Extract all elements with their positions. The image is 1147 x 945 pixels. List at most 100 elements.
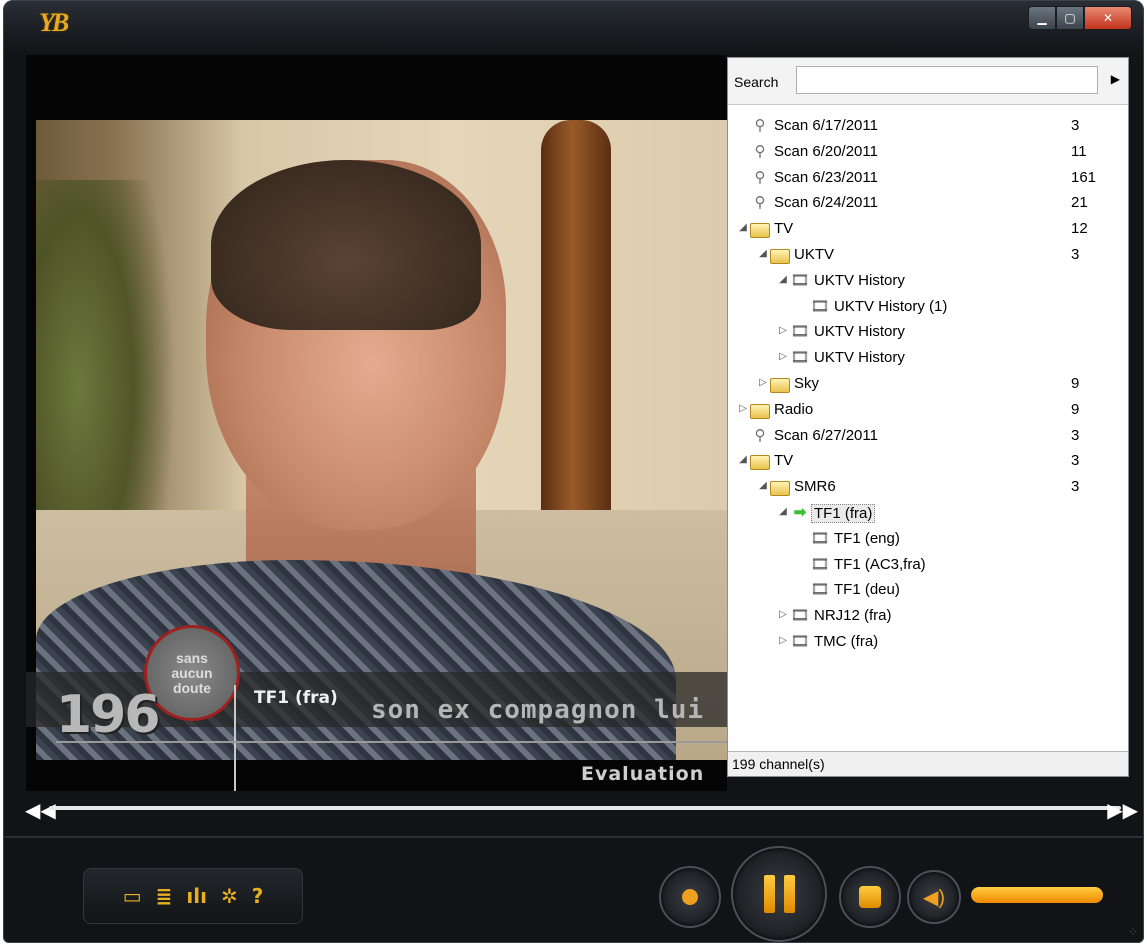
tree-row[interactable]: ⚲ Scan 6/20/2011 11: [728, 140, 1128, 166]
control-divider: [3, 836, 1144, 838]
tree-item-count: 161: [1071, 168, 1097, 186]
satellite-icon: ⚲: [754, 426, 766, 444]
osd-divider-vertical: [234, 685, 236, 791]
collapse-toggle-icon[interactable]: ◢: [758, 248, 768, 259]
channel-count-label: 199 channel(s): [732, 756, 825, 772]
tree-item-label: NRJ12 (fra): [814, 607, 892, 625]
app-logo: YB: [39, 8, 69, 37]
stop-button[interactable]: [839, 866, 901, 928]
collapse-toggle-icon[interactable]: ◢: [758, 480, 768, 491]
tree-row[interactable]: 🎞 TF1 (eng): [728, 527, 1128, 553]
rewind-icon[interactable]: ◀◀: [25, 798, 56, 822]
folder-icon: [750, 219, 770, 239]
tree-row[interactable]: ▷ 🎞 UKTV History: [728, 346, 1128, 372]
search-go-icon[interactable]: ▶: [1111, 72, 1120, 86]
volume-slider[interactable]: [971, 887, 1103, 903]
tree-row[interactable]: ◢ TV 3: [728, 449, 1128, 475]
status-bar: 199 channel(s): [728, 751, 1128, 776]
speaker-icon: ◀): [922, 886, 946, 909]
resize-grip-icon[interactable]: ⁘: [1128, 925, 1138, 939]
tree-row[interactable]: ◢ ➡ TF1 (fra): [728, 501, 1128, 527]
satellite-icon: ⚲: [754, 142, 766, 160]
seek-bar[interactable]: ◀◀ ▶▶: [3, 798, 1144, 822]
channel-logo-line: sans: [176, 649, 208, 666]
folder-icon: [770, 245, 790, 264]
settings-icon[interactable]: ✲: [221, 884, 238, 908]
tree-row[interactable]: 🎞 UKTV History (1): [728, 295, 1128, 321]
tree-row[interactable]: ▷ Radio 9: [728, 398, 1128, 424]
expand-toggle-icon[interactable]: ▷: [778, 351, 788, 362]
mute-button[interactable]: ◀): [907, 870, 961, 924]
tree-item-count: 21: [1071, 194, 1088, 212]
tree-row[interactable]: 🎞 TF1 (AC3,fra): [728, 553, 1128, 579]
subtitle-text: son ex compagnon lui: [371, 695, 705, 725]
maximize-button[interactable]: ▢: [1056, 6, 1084, 30]
folder-icon: [770, 477, 790, 497]
film-icon: 🎞: [810, 555, 830, 573]
seek-track[interactable]: [49, 806, 1121, 810]
tree-row[interactable]: ▷ Sky 9: [728, 372, 1128, 398]
tree-item-label: UKTV History: [814, 349, 905, 367]
collapse-toggle-icon[interactable]: ◢: [738, 454, 748, 465]
video-person-hair: [211, 160, 481, 330]
tree-row[interactable]: ⚲ Scan 6/17/2011 3: [728, 114, 1128, 140]
film-icon: 🎞: [790, 271, 810, 289]
tree-item-label: TF1 (eng): [834, 529, 900, 547]
collapse-toggle-icon[interactable]: ◢: [738, 222, 748, 233]
folder-icon: [750, 400, 770, 419]
tree-row[interactable]: ⚲ Scan 6/27/2011 3: [728, 424, 1128, 450]
film-icon: 🎞: [790, 323, 810, 341]
expand-toggle-icon[interactable]: ▷: [778, 609, 788, 620]
tree-row[interactable]: ▷ 🎞 NRJ12 (fra): [728, 604, 1128, 630]
channel-logo-line: doute: [172, 679, 212, 696]
channel-tree[interactable]: ⚲ Scan 6/17/2011 3 ⚲ Scan 6/20/2011 11 ⚲ Scan 6…: [728, 114, 1128, 656]
expand-toggle-icon[interactable]: ▷: [778, 325, 788, 336]
tree-item-label: TF1 (fra): [811, 503, 876, 523]
tree-item-label: TF1 (AC3,fra): [834, 555, 926, 573]
satellite-icon: ⚲: [754, 168, 766, 186]
collapse-toggle-icon[interactable]: ◢: [778, 274, 788, 285]
channel-panel: Search ▶ ⚲ Scan 6/17/2011 3 ⚲ Scan 6/20/2011…: [727, 57, 1129, 777]
video-frame[interactable]: [36, 120, 727, 760]
tree-item-count: 12: [1071, 220, 1088, 238]
record-button[interactable]: [659, 866, 721, 928]
close-button[interactable]: ✕: [1084, 6, 1132, 30]
search-input[interactable]: [796, 66, 1098, 94]
evaluation-watermark: Evaluation: [581, 763, 705, 785]
title-bar[interactable]: YB ▁ ▢ ✕: [3, 0, 1144, 40]
video-area[interactable]: sans aucun doute 196 TF1 (fra) son ex co…: [26, 55, 727, 791]
record-icon: [682, 889, 698, 905]
equalizer-icon[interactable]: ılı: [186, 884, 207, 908]
playlist-icon[interactable]: ≣: [156, 884, 173, 908]
folder-icon: [770, 374, 790, 393]
tree-item-count: 3: [1071, 452, 1080, 470]
tree-item-label: TMC (fra): [814, 632, 879, 650]
pause-button[interactable]: [731, 846, 827, 942]
film-icon: 🎞: [790, 349, 810, 367]
expand-toggle-icon[interactable]: ▷: [758, 377, 768, 388]
expand-toggle-icon[interactable]: ▷: [738, 403, 748, 414]
tree-row[interactable]: ◢ TV 12: [728, 217, 1128, 243]
osd-channel-number: 196: [56, 685, 161, 745]
tree-row[interactable]: ◢ SMR6 3: [728, 475, 1128, 501]
help-icon[interactable]: ?: [252, 884, 264, 908]
tree-item-label: TV: [774, 220, 794, 238]
tree-item-count: 9: [1071, 400, 1080, 418]
tree-row[interactable]: 🎞 TF1 (deu): [728, 578, 1128, 604]
tree-row[interactable]: ▷ 🎞 TMC (fra): [728, 630, 1128, 656]
tree-item-label: Scan 6/20/2011: [774, 142, 878, 160]
fast-forward-icon[interactable]: ▶▶: [1107, 798, 1138, 822]
tree-row[interactable]: ⚲ Scan 6/24/2011 21: [728, 191, 1128, 217]
minimize-button[interactable]: ▁: [1028, 6, 1056, 30]
folder-icon[interactable]: ▭: [123, 884, 142, 908]
expand-toggle-icon[interactable]: ▷: [778, 635, 788, 646]
tree-row[interactable]: ⚲ Scan 6/23/2011 161: [728, 166, 1128, 192]
collapse-toggle-icon[interactable]: ◢: [778, 506, 788, 517]
tree-item-count: 11: [1071, 142, 1087, 160]
play-arrow-icon: ➡: [793, 503, 807, 521]
tree-row[interactable]: ▷ 🎞 UKTV History: [728, 320, 1128, 346]
tree-item-label: UKTV: [794, 245, 835, 263]
tree-row[interactable]: ◢ 🎞 UKTV History: [728, 269, 1128, 295]
tree-item-label: UKTV History: [814, 271, 905, 289]
tree-row[interactable]: ◢ UKTV 3: [728, 243, 1128, 269]
